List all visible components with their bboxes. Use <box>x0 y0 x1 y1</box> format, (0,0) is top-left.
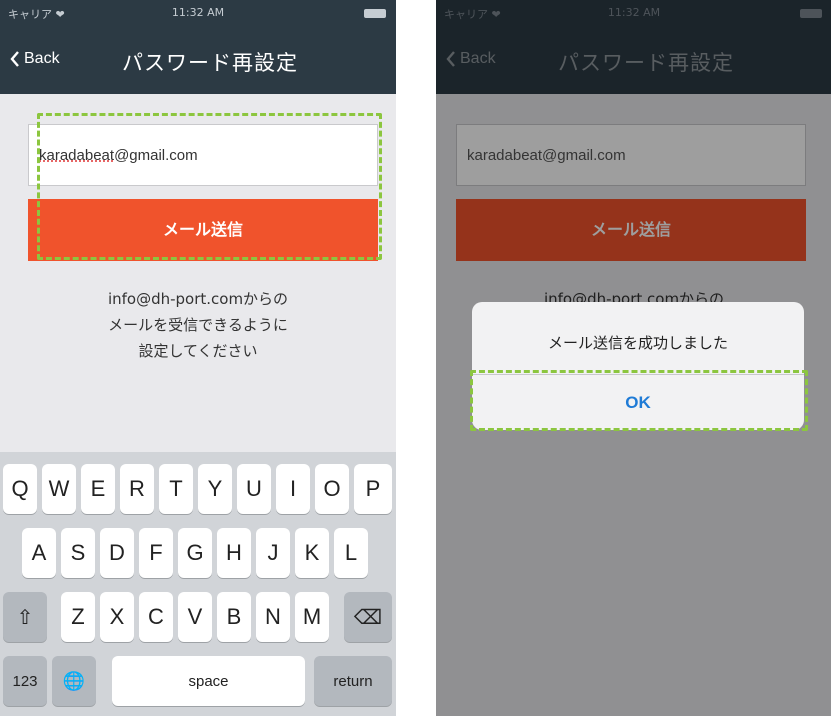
keyboard: Q W E R T Y U I O P A S D F G H J K L ⇧ … <box>0 452 396 716</box>
delete-key[interactable]: ⌫ <box>344 592 392 642</box>
key-e[interactable]: E <box>81 464 115 514</box>
key-n[interactable]: N <box>256 592 290 642</box>
key-f[interactable]: F <box>139 528 173 578</box>
key-d[interactable]: D <box>100 528 134 578</box>
key-g[interactable]: G <box>178 528 212 578</box>
key-s[interactable]: S <box>61 528 95 578</box>
phone-screen-left: キャリア ❤ 11:32 AM Back パスワード再設定 karadabeat… <box>0 0 396 716</box>
key-l[interactable]: L <box>334 528 368 578</box>
return-key[interactable]: return <box>314 656 392 706</box>
highlight-box <box>37 113 382 260</box>
key-i[interactable]: I <box>276 464 310 514</box>
key-k[interactable]: K <box>295 528 329 578</box>
key-h[interactable]: H <box>217 528 251 578</box>
globe-icon[interactable]: 🌐 <box>52 656 96 706</box>
key-t[interactable]: T <box>159 464 193 514</box>
highlight-box <box>470 370 808 431</box>
key-u[interactable]: U <box>237 464 271 514</box>
alert-message: メール送信を成功しました <box>547 334 728 352</box>
info-line-3: 設定してください <box>138 342 258 360</box>
battery-icon <box>364 9 386 18</box>
key-a[interactable]: A <box>22 528 56 578</box>
key-r[interactable]: R <box>120 464 154 514</box>
key-m[interactable]: M <box>295 592 329 642</box>
back-label: Back <box>24 50 60 67</box>
nav-bar: Back パスワード再設定 <box>0 26 396 94</box>
space-key[interactable]: space <box>112 656 305 706</box>
key-v[interactable]: V <box>178 592 212 642</box>
numbers-key[interactable]: 123 <box>3 656 47 706</box>
info-text: info@dh-port.comからの メールを受信できるように 設定してくださ… <box>0 286 396 364</box>
page-title: パスワード再設定 <box>122 51 298 75</box>
back-button[interactable]: Back <box>10 50 60 68</box>
key-c[interactable]: C <box>139 592 173 642</box>
status-time: 11:32 AM <box>171 6 225 19</box>
key-z[interactable]: Z <box>61 592 95 642</box>
status-bar: キャリア ❤ 11:32 AM <box>0 0 396 26</box>
key-j[interactable]: J <box>256 528 290 578</box>
info-line-2: メールを受信できるように <box>108 316 288 334</box>
key-x[interactable]: X <box>100 592 134 642</box>
shift-key[interactable]: ⇧ <box>3 592 47 642</box>
key-o[interactable]: O <box>315 464 349 514</box>
key-y[interactable]: Y <box>198 464 232 514</box>
key-b[interactable]: B <box>217 592 251 642</box>
key-p[interactable]: P <box>354 464 392 514</box>
chevron-left-icon <box>10 51 19 67</box>
key-w[interactable]: W <box>42 464 76 514</box>
info-line-1: info@dh-port.comからの <box>107 290 289 308</box>
key-q[interactable]: Q <box>3 464 37 514</box>
